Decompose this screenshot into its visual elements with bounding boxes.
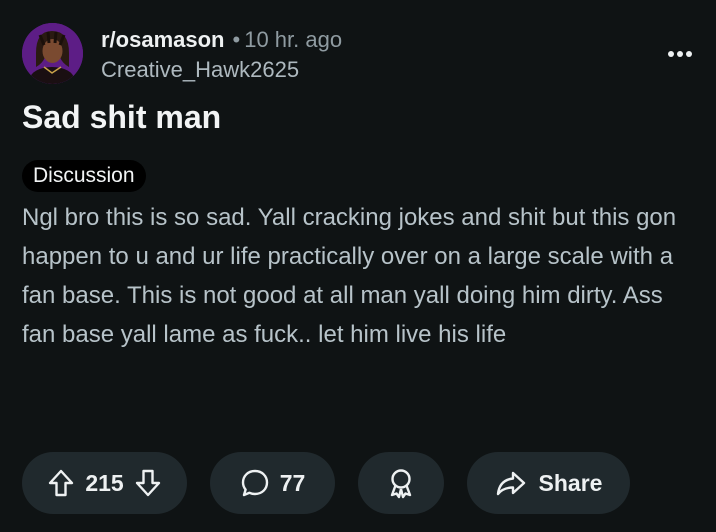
share-arrow-icon bbox=[496, 471, 525, 496]
upvote-arrow-icon bbox=[49, 469, 74, 497]
post-time: 10 hr. ago bbox=[244, 27, 343, 52]
comment-count: 77 bbox=[279, 469, 306, 496]
share-label: Share bbox=[538, 469, 603, 496]
subreddit-avatar[interactable] bbox=[22, 23, 83, 84]
award-icon bbox=[390, 469, 412, 499]
post-title: Sad shit man bbox=[22, 99, 222, 135]
post-flair[interactable]: Discussion bbox=[22, 160, 146, 192]
meta-separator: • bbox=[232, 27, 241, 52]
comment-bubble-icon bbox=[241, 469, 268, 497]
more-options-button[interactable] bbox=[660, 40, 700, 68]
avatar-image bbox=[22, 23, 83, 84]
award-button[interactable] bbox=[358, 452, 444, 514]
post-meta-line: r/osamason • 10 hr. ago bbox=[101, 27, 342, 53]
upvote-button[interactable] bbox=[47, 468, 75, 498]
vote-bar: 215 bbox=[22, 452, 187, 514]
comments-button[interactable]: 77 bbox=[210, 452, 335, 514]
subreddit-name[interactable]: r/osamason bbox=[101, 27, 225, 52]
author-username[interactable]: Creative_Hawk2625 bbox=[101, 57, 299, 83]
downvote-arrow-icon bbox=[135, 469, 160, 497]
post-body: Ngl bro this is so sad. Yall cracking jo… bbox=[22, 204, 677, 348]
share-button[interactable]: Share bbox=[467, 452, 630, 514]
downvote-button[interactable] bbox=[134, 468, 162, 498]
vote-count: 215 bbox=[85, 469, 124, 496]
more-dots-icon bbox=[668, 51, 692, 57]
